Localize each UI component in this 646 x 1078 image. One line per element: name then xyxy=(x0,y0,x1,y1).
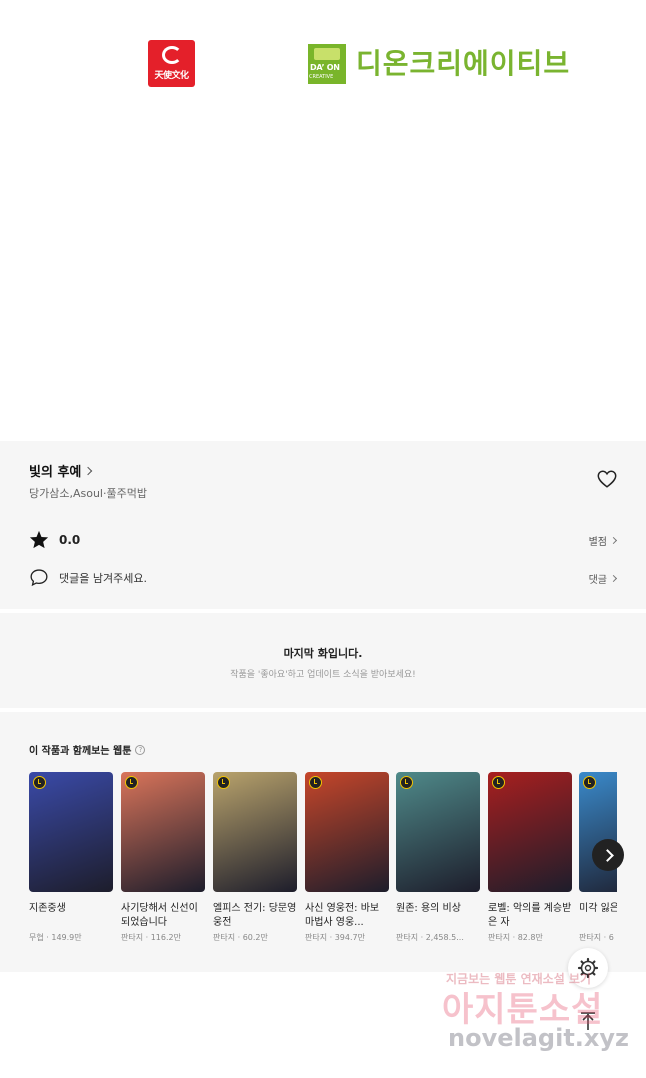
scroll-to-top-button[interactable] xyxy=(568,1000,608,1040)
recommendation-card[interactable]: 사신 영웅전: 바보 마법사 영웅... 판타지 · 394.7만 xyxy=(305,772,389,943)
angel-culture-logo: 天使文化 xyxy=(148,40,195,87)
rate-button-label: 별점 xyxy=(588,537,607,548)
recommendations-section: 이 작품과 함께보는 웹툰 ? 지존중생 무협 · 149.9만 사기당해서 신… xyxy=(0,712,646,972)
card-title: 사기당해서 신선이 되었습니다 xyxy=(121,903,198,928)
help-icon[interactable]: ? xyxy=(135,744,146,755)
clock-icon xyxy=(583,776,596,789)
gear-icon xyxy=(577,957,599,979)
card-title: 원존: 용의 비상 xyxy=(396,903,461,914)
chevron-right-icon xyxy=(609,574,618,583)
chevron-right-icon xyxy=(84,466,93,475)
recommendation-card[interactable]: 원존: 용의 비상 판타지 · 2,458.5... xyxy=(396,772,480,943)
clock-icon xyxy=(217,776,230,789)
card-meta: 판타지 · 2,458.5... xyxy=(396,933,464,942)
rating-row: 0.0 xyxy=(29,530,80,549)
last-episode-notice: 마지막 화입니다. 작품을 '좋아요'하고 업데이트 소식을 받아보세요! xyxy=(0,613,646,708)
recommendations-title: 이 작품과 함께보는 웹툰 xyxy=(29,746,132,757)
comments-button[interactable]: 댓글 xyxy=(588,571,618,586)
clock-icon xyxy=(125,776,138,789)
settings-button[interactable] xyxy=(568,948,608,988)
star-icon xyxy=(29,530,49,549)
card-meta: 판타지 · 394.7만 xyxy=(305,933,365,942)
arrow-up-icon xyxy=(581,1012,595,1030)
comment-prompt-row[interactable]: 댓글을 남겨주세요. xyxy=(29,568,147,587)
last-episode-title: 마지막 화입니다. xyxy=(283,647,363,660)
daon-logo-mark xyxy=(314,48,340,60)
card-meta: 판타지 · 116.2만 xyxy=(121,933,181,942)
episode-content-area: 天使文化 DA’ ON CREATIVE 디온크리에이티브 xyxy=(0,0,646,440)
card-thumbnail xyxy=(29,772,113,892)
comments-button-label: 댓글 xyxy=(588,575,607,586)
work-title-link[interactable]: 빛의 후예 xyxy=(29,461,93,480)
rating-value: 0.0 xyxy=(59,532,81,547)
clock-icon xyxy=(309,776,322,789)
work-info-section: 빛의 후예 당가삼소,Asoul·풀주먹밥 0.0 별점 댓글을 남겨주세요. … xyxy=(0,441,646,609)
card-thumbnail xyxy=(579,772,617,892)
angel-logo-text: 天使文化 xyxy=(154,71,189,81)
card-meta: 판타지 · 60.2만 xyxy=(213,933,268,942)
recommendation-card[interactable]: 사기당해서 신선이 되었습니다 판타지 · 116.2만 xyxy=(121,772,205,943)
card-title: 미각 잃은 요리사! xyxy=(579,903,617,914)
recommendation-card[interactable]: 로벨: 악의를 계승받은 자 판타지 · 82.8만 xyxy=(488,772,572,943)
daon-badge-subtext: CREATIVE xyxy=(309,74,334,80)
card-meta: 무협 · 149.9만 xyxy=(29,933,82,942)
daon-logo-badge: DA’ ON CREATIVE xyxy=(308,44,346,84)
chevron-right-icon xyxy=(609,536,618,545)
rate-button[interactable]: 별점 xyxy=(588,533,618,548)
recommendation-card[interactable]: 지존중생 무협 · 149.9만 xyxy=(29,772,113,943)
carousel-next-button[interactable] xyxy=(592,839,624,871)
card-meta: 판타지 · 82.8만 xyxy=(488,933,543,942)
speech-bubble-icon xyxy=(30,569,48,587)
card-thumbnail xyxy=(305,772,389,892)
card-thumbnail xyxy=(213,772,297,892)
card-title: 로벨: 악의를 계승받은 자 xyxy=(488,903,572,928)
card-thumbnail xyxy=(396,772,480,892)
card-thumbnail xyxy=(488,772,572,892)
comment-prompt-text: 댓글을 남겨주세요. xyxy=(59,571,147,585)
recommendation-card[interactable]: 엘피스 전기: 당문영웅전 판타지 · 60.2만 xyxy=(213,772,297,943)
heart-icon[interactable] xyxy=(596,468,618,490)
clock-icon xyxy=(400,776,413,789)
recommendations-header: 이 작품과 함께보는 웹툰 ? xyxy=(29,742,146,757)
card-thumbnail xyxy=(121,772,205,892)
card-title: 사신 영웅전: 바보 마법사 영웅... xyxy=(305,903,380,928)
card-meta: 판타지 · 6 xyxy=(579,933,614,942)
work-authors: 당가삼소,Asoul·풀주먹밥 xyxy=(29,487,147,500)
recommendations-carousel[interactable]: 지존중생 무협 · 149.9만 사기당해서 신선이 되었습니다 판타지 · 1… xyxy=(29,772,617,962)
daon-creative-logo-text: 디온크리에이티브 xyxy=(356,47,571,80)
work-title: 빛의 후예 xyxy=(29,465,82,480)
clock-icon xyxy=(492,776,505,789)
card-title: 엘피스 전기: 당문영웅전 xyxy=(213,903,297,928)
angel-logo-mark xyxy=(162,46,182,64)
daon-badge-text: DA’ ON xyxy=(310,63,340,72)
card-title: 지존중생 xyxy=(29,903,66,914)
clock-icon xyxy=(33,776,46,789)
last-episode-subtitle: 작품을 '좋아요'하고 업데이트 소식을 받아보세요! xyxy=(230,670,416,680)
